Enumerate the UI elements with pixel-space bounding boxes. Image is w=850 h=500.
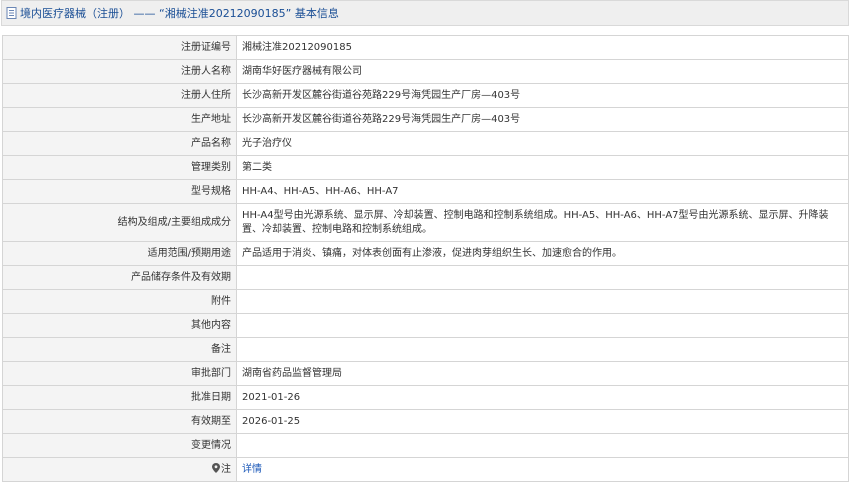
- document-icon: [5, 7, 17, 19]
- field-value: HH-A4型号由光源系统、显示屏、冷却装置、控制电路和控制系统组成。HH-A5、…: [236, 203, 849, 242]
- field-value: 光子治疗仪: [236, 131, 849, 156]
- table-row: 产品储存条件及有效期: [2, 265, 849, 290]
- field-value: [236, 265, 849, 290]
- note-label-text: 注: [221, 463, 231, 475]
- table-row: 生产地址 长沙高新开发区麓谷街道谷苑路229号海凭园生产厂房—403号: [2, 107, 849, 132]
- field-label: 批准日期: [2, 385, 237, 410]
- table-row: 注册人住所 长沙高新开发区麓谷街道谷苑路229号海凭园生产厂房—403号: [2, 83, 849, 108]
- field-value: [236, 433, 849, 458]
- detail-link[interactable]: 详情: [242, 464, 262, 475]
- detail-cell: 详情: [236, 457, 849, 482]
- info-table: 注册证编号 湘械注准20212090185 注册人名称 湖南华好医疗器械有限公司…: [2, 35, 849, 482]
- table-row: 适用范围/预期用途 产品适用于消炎、镇痛，对体表创面有止渗液，促进肉芽组织生长、…: [2, 241, 849, 266]
- field-label: 注册人住所: [2, 83, 237, 108]
- field-label: 适用范围/预期用途: [2, 241, 237, 266]
- field-label: 型号规格: [2, 179, 237, 204]
- table-row: 批准日期 2021-01-26: [2, 385, 849, 410]
- field-value: 长沙高新开发区麓谷街道谷苑路229号海凭园生产厂房—403号: [236, 107, 849, 132]
- field-label: 注册人名称: [2, 59, 237, 84]
- table-row: 审批部门 湖南省药品监督管理局: [2, 361, 849, 386]
- field-value: 产品适用于消炎、镇痛，对体表创面有止渗液，促进肉芽组织生长、加速愈合的作用。: [236, 241, 849, 266]
- field-label: 其他内容: [2, 313, 237, 338]
- field-label: 产品名称: [2, 131, 237, 156]
- table-row: 产品名称 光子治疗仪: [2, 131, 849, 156]
- field-label: 变更情况: [2, 433, 237, 458]
- field-label: 产品储存条件及有效期: [2, 265, 237, 290]
- table-row: 有效期至 2026-01-25: [2, 409, 849, 434]
- field-label: 结构及组成/主要组成成分: [2, 203, 237, 242]
- field-value: 湘械注准20212090185: [236, 35, 849, 60]
- note-label: 注: [2, 457, 237, 482]
- field-value: 2026-01-25: [236, 409, 849, 434]
- table-row: 注 详情: [2, 457, 849, 482]
- field-label: 备注: [2, 337, 237, 362]
- table-row: 备注: [2, 337, 849, 362]
- map-pin-icon: [212, 462, 220, 473]
- field-value: [236, 289, 849, 314]
- field-value: 湖南省药品监督管理局: [236, 361, 849, 386]
- page-title: 境内医疗器械（注册） —— “湘械注准20212090185” 基本信息: [20, 7, 339, 20]
- field-value: 长沙高新开发区麓谷街道谷苑路229号海凭园生产厂房—403号: [236, 83, 849, 108]
- table-row: 注册证编号 湘械注准20212090185: [2, 35, 849, 60]
- field-value: HH-A4、HH-A5、HH-A6、HH-A7: [236, 179, 849, 204]
- field-value: [236, 337, 849, 362]
- table-row: 结构及组成/主要组成成分 HH-A4型号由光源系统、显示屏、冷却装置、控制电路和…: [2, 203, 849, 242]
- field-label: 注册证编号: [2, 35, 237, 60]
- field-value: 2021-01-26: [236, 385, 849, 410]
- table-row: 注册人名称 湖南华好医疗器械有限公司: [2, 59, 849, 84]
- field-label: 生产地址: [2, 107, 237, 132]
- field-label: 有效期至: [2, 409, 237, 434]
- field-label: 附件: [2, 289, 237, 314]
- field-value: 第二类: [236, 155, 849, 180]
- table-row: 变更情况: [2, 433, 849, 458]
- table-row: 管理类别 第二类: [2, 155, 849, 180]
- table-row: 型号规格 HH-A4、HH-A5、HH-A6、HH-A7: [2, 179, 849, 204]
- page-header: 境内医疗器械（注册） —— “湘械注准20212090185” 基本信息: [1, 0, 849, 26]
- field-value: 湖南华好医疗器械有限公司: [236, 59, 849, 84]
- table-row: 附件: [2, 289, 849, 314]
- field-value: [236, 313, 849, 338]
- field-label: 审批部门: [2, 361, 237, 386]
- field-label: 管理类别: [2, 155, 237, 180]
- table-row: 其他内容: [2, 313, 849, 338]
